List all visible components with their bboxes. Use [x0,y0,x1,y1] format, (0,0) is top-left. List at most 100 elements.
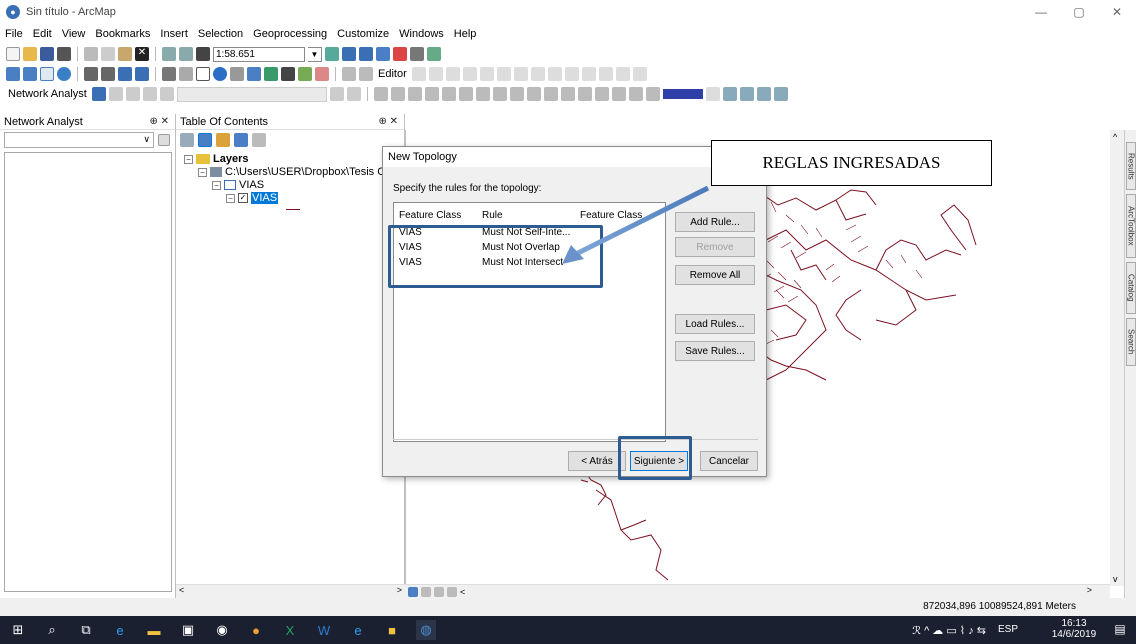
network-dataset-dropdown[interactable] [176,86,327,102]
zoom-in-icon[interactable] [6,67,20,81]
cancel-button[interactable]: Cancelar [700,451,758,471]
column-rule[interactable]: Rule [482,210,503,221]
toc-window-icon[interactable] [342,47,356,61]
hyperlink-icon[interactable] [230,67,244,81]
menu-bookmarks[interactable]: Bookmarks [90,28,155,40]
new-document-icon[interactable] [6,47,20,61]
maximize-button[interactable]: ▢ [1060,0,1098,24]
point-icon[interactable] [496,67,511,81]
search-window-icon[interactable] [376,47,390,61]
map-vertical-scrollbar[interactable]: ^ v [1110,130,1124,586]
select-elements-icon[interactable] [196,67,210,81]
results-tab[interactable]: Results [1126,142,1136,190]
pause-drawing-icon[interactable] [447,586,457,597]
raster-icon[interactable] [611,87,626,101]
save-rules-button[interactable]: Save Rules... [675,341,755,361]
windows-start-icon[interactable]: ⊞ [8,620,28,640]
undo-icon[interactable] [162,47,176,61]
collapse-icon[interactable]: − [212,180,221,190]
tray-icons[interactable]: ℛ ^ ☁ ▭ ⌇ ♪ ⇆ [912,624,986,637]
build-network-icon[interactable] [329,87,344,101]
list-by-drawing-order-icon[interactable] [180,133,194,147]
topology-icon[interactable] [390,87,405,101]
cut-icon[interactable] [84,47,98,61]
menu-selection[interactable]: Selection [193,28,248,40]
add-data-icon[interactable] [196,47,210,61]
column-feature-class[interactable]: Feature Class [399,210,461,221]
find-icon[interactable] [281,67,295,81]
list-by-selection-icon[interactable] [234,133,248,147]
trace-tools-icon[interactable] [526,87,541,101]
html-popup-icon[interactable] [247,67,261,81]
forward-extent-icon[interactable] [135,67,149,81]
language-indicator[interactable]: ESP [998,624,1018,635]
validate-topology-icon[interactable] [407,87,422,101]
edge-browser-icon[interactable]: e [110,620,130,640]
clock[interactable]: 16:13 14/6/2019 [1044,618,1104,640]
go-to-xy-icon[interactable] [315,67,329,81]
model-builder-icon[interactable] [427,47,441,61]
trace-icon[interactable] [479,67,494,81]
collapse-icon[interactable]: − [184,154,193,164]
find-route-icon[interactable] [298,67,312,81]
analysis-properties-icon[interactable] [158,134,170,146]
save-icon[interactable] [40,47,54,61]
list-by-source-icon[interactable] [198,133,212,147]
workspace-node[interactable]: − C:\Users\USER\Dropbox\Tesis Casc [198,166,402,178]
list-by-visibility-icon[interactable] [216,133,230,147]
map-scale-input[interactable]: 1:58.651 [213,46,305,62]
network-identify-icon[interactable] [346,87,361,101]
graphics-icon[interactable] [594,87,609,101]
map-horizontal-scrollbar[interactable]: > [480,584,1110,598]
toolbox-icon[interactable] [756,87,771,101]
edit-vertices-icon[interactable] [513,67,528,81]
edit-annotation-icon[interactable] [428,67,443,81]
collapse-icon[interactable]: − [226,193,235,203]
create-features-icon[interactable] [632,67,647,81]
straight-segment-icon[interactable] [445,67,460,81]
menu-edit[interactable]: Edit [28,28,57,40]
geometric-network-icon[interactable] [509,87,524,101]
data-frame-icon[interactable] [628,87,643,101]
select-features-icon[interactable] [162,67,176,81]
identify-icon[interactable] [213,67,227,81]
layer-view-icon[interactable] [722,87,737,101]
layer-visibility-checkbox[interactable]: ✓ [238,193,248,203]
labeling-icon[interactable] [645,87,660,101]
layout-view-icon[interactable] [739,87,754,101]
scale-dropdown-icon[interactable]: ▼ [308,46,322,62]
sticky-app-icon[interactable]: ■ [382,620,402,640]
shared-features-icon[interactable] [475,87,490,101]
back-extent-icon[interactable] [118,67,132,81]
end-point-arc-icon[interactable] [462,67,477,81]
load-rules-button[interactable]: Load Rules... [675,314,755,334]
close-button[interactable]: ✕ [1098,0,1136,24]
catalog-window-icon[interactable] [359,47,373,61]
chrome-icon[interactable]: ● [246,620,266,640]
steam-icon[interactable]: ◉ [212,620,232,640]
refresh-icon[interactable] [434,586,444,597]
layers-node[interactable]: − Layers [184,153,248,165]
store-icon[interactable]: ▣ [178,620,198,640]
zoom-out-icon[interactable] [23,67,37,81]
analysis-layer-dropdown[interactable]: ∨ [4,132,154,148]
model-icon[interactable] [773,87,788,101]
cut-polygons-icon[interactable] [547,67,562,81]
create-viewer-icon[interactable] [359,67,373,81]
internet-explorer-icon[interactable]: e [348,620,368,640]
open-folder-icon[interactable] [23,47,37,61]
attributes-icon[interactable] [598,67,613,81]
menu-customize[interactable]: Customize [332,28,394,40]
sketch-properties-icon[interactable] [615,67,630,81]
copy-icon[interactable] [101,47,115,61]
solve-icon[interactable] [142,87,157,101]
menu-view[interactable]: View [57,28,91,40]
edit-tool-icon[interactable] [411,67,426,81]
split-icon[interactable] [564,67,579,81]
pan-icon[interactable] [40,67,54,81]
editor-toolbar-icon[interactable] [325,47,339,61]
network-analyst-tree[interactable] [4,152,172,592]
layer-label[interactable]: VIAS [251,192,279,204]
toc-options-icon[interactable] [252,133,266,147]
catalog-tab[interactable]: Catalog [1126,262,1136,314]
